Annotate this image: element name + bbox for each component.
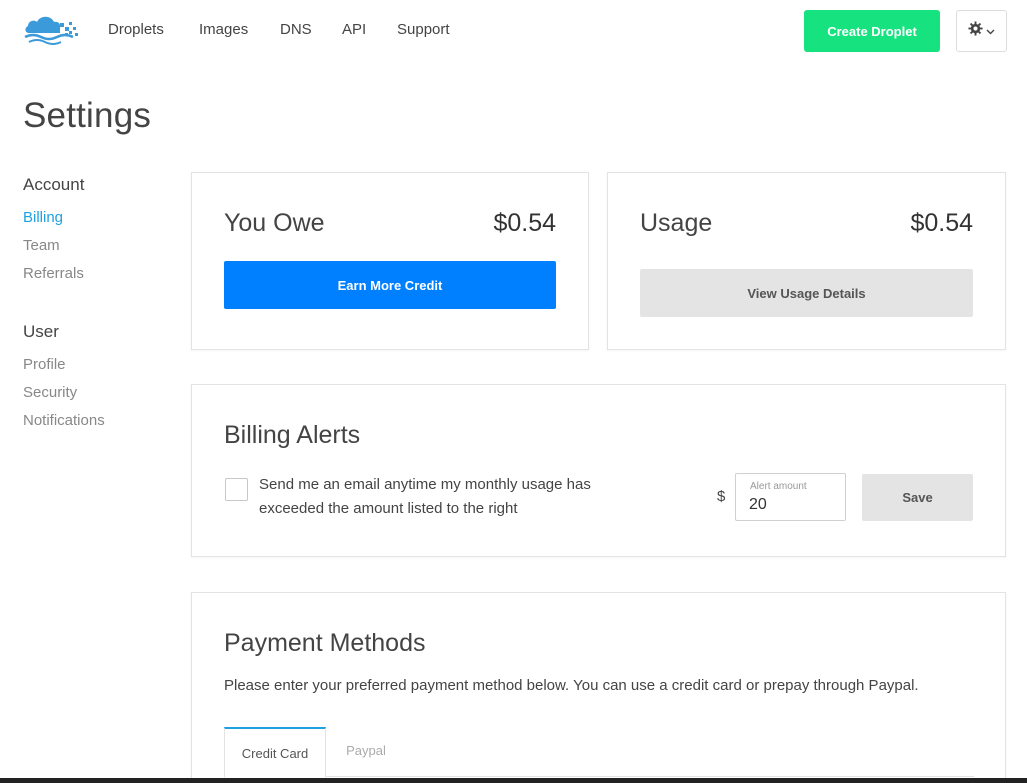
nav-link-images[interactable]: Images — [199, 21, 248, 38]
sidebar-item-notifications[interactable]: Notifications — [23, 412, 105, 429]
sidebar-item-profile[interactable]: Profile — [23, 356, 66, 373]
tab-credit-card[interactable]: Credit Card — [224, 727, 326, 778]
billing-alerts-title: Billing Alerts — [224, 421, 361, 449]
sidebar-item-security[interactable]: Security — [23, 384, 77, 401]
currency-symbol: $ — [717, 488, 726, 505]
alert-amount-label: Alert amount — [750, 481, 807, 492]
balance-owed-amount: $0.54 — [493, 209, 556, 237]
usage-title: Usage — [640, 209, 713, 237]
page-title: Settings — [23, 96, 152, 135]
window-bottom-edge — [0, 778, 1027, 783]
usage-card: Usage $0.54 View Usage Details — [607, 172, 1006, 350]
sidebar-heading-user: User — [23, 322, 59, 341]
alert-amount-field[interactable]: Alert amount — [735, 473, 846, 521]
balance-owed-title: You Owe — [224, 209, 325, 237]
view-usage-details-button[interactable]: View Usage Details — [640, 269, 973, 317]
settings-menu-button[interactable] — [956, 10, 1007, 52]
payment-method-tabs: Credit Card Paypal — [224, 727, 974, 778]
chevron-down-icon — [986, 22, 995, 40]
save-alert-button[interactable]: Save — [862, 474, 973, 521]
nav-link-support[interactable]: Support — [397, 21, 450, 38]
sidebar-item-team[interactable]: Team — [23, 237, 60, 254]
billing-alert-description: Send me an email anytime my monthly usag… — [259, 476, 591, 517]
usage-amount: $0.54 — [910, 209, 973, 237]
digitalocean-logo-icon[interactable] — [23, 13, 79, 45]
payment-methods-title: Payment Methods — [224, 629, 426, 657]
billing-alerts-card: Billing Alerts Send me an email anytime … — [191, 384, 1006, 557]
earn-more-credit-button[interactable]: Earn More Credit — [224, 261, 556, 309]
sidebar-heading-account: Account — [23, 175, 85, 194]
billing-alert-checkbox[interactable] — [225, 478, 248, 501]
nav-link-api[interactable]: API — [342, 21, 366, 38]
sidebar-item-billing[interactable]: Billing — [23, 209, 63, 226]
payment-methods-card: Payment Methods Please enter your prefer… — [191, 592, 1006, 783]
tab-paypal[interactable]: Paypal — [326, 727, 406, 773]
balance-owed-card: You Owe $0.54 Earn More Credit — [191, 172, 589, 350]
payment-methods-description: Please enter your preferred payment meth… — [224, 677, 919, 694]
create-droplet-button[interactable]: Create Droplet — [804, 10, 940, 52]
nav-link-droplets[interactable]: Droplets — [108, 21, 164, 38]
top-navigation: Droplets Images DNS API Support Create D… — [0, 0, 1027, 62]
nav-link-dns[interactable]: DNS — [280, 21, 312, 38]
sidebar-item-referrals[interactable]: Referrals — [23, 265, 84, 282]
alert-amount-input[interactable] — [749, 494, 839, 516]
gear-icon — [968, 21, 983, 41]
